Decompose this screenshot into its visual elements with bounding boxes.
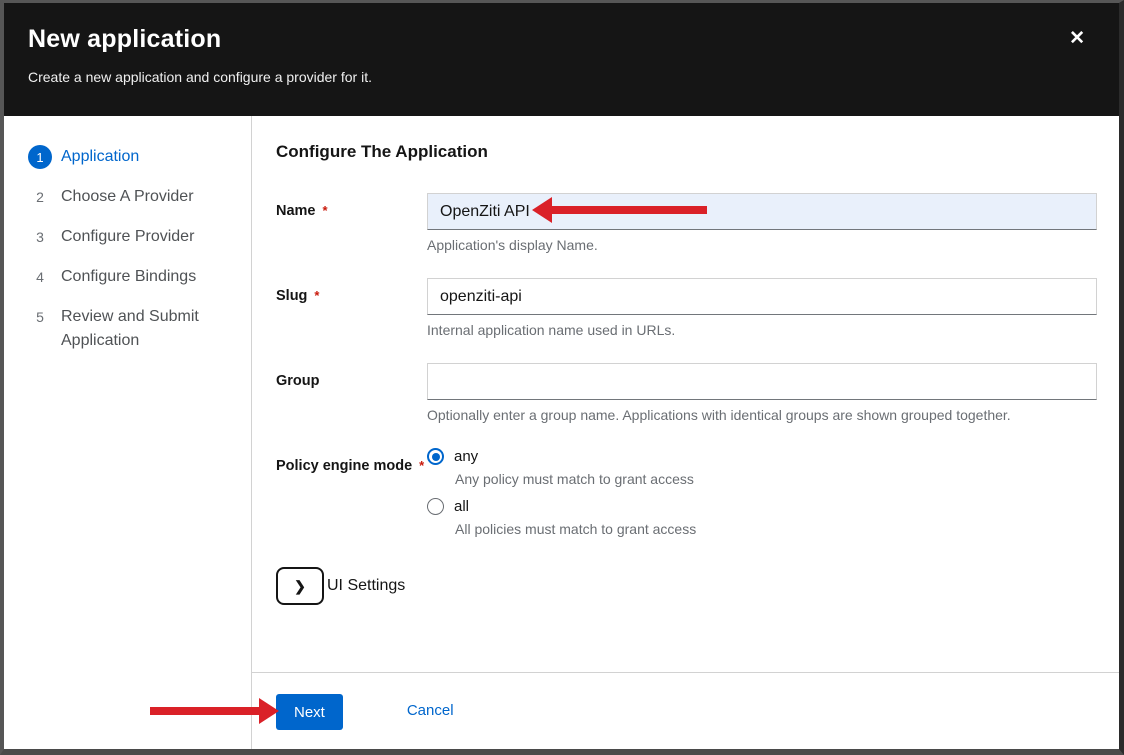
step-label: Choose A Provider — [61, 185, 194, 209]
step-number: 4 — [28, 265, 52, 289]
name-label-text: Name — [276, 203, 316, 219]
policy-label-text: Policy engine mode — [276, 458, 412, 474]
policy-engine-mode-label: Policy engine mode * — [276, 448, 427, 537]
step-label: Review and Submit Application — [61, 305, 241, 353]
cancel-link[interactable]: Cancel — [407, 694, 454, 719]
step-label: Configure Provider — [61, 225, 194, 249]
ui-settings-label: UI Settings — [327, 577, 405, 595]
name-helper-text: Application's display Name. — [427, 237, 1097, 253]
next-button[interactable]: Next — [276, 694, 343, 730]
ui-settings-section: ❯ UI Settings — [276, 567, 1097, 605]
name-label: Name * — [276, 193, 427, 253]
wizard-steps-nav: 1 Application 2 Choose A Provider 3 Conf… — [4, 116, 252, 749]
policy-all-helper: All policies must match to grant access — [455, 521, 1097, 537]
group-input[interactable] — [427, 363, 1097, 400]
slug-field-group: Slug * Internal application name used in … — [276, 278, 1097, 338]
slug-label: Slug * — [276, 278, 427, 338]
new-application-modal: New application Create a new application… — [0, 0, 1124, 755]
wizard-step-review-submit[interactable]: 5 Review and Submit Application — [28, 305, 241, 353]
wizard-step-configure-provider[interactable]: 3 Configure Provider — [28, 225, 241, 249]
step-number: 3 — [28, 225, 52, 249]
policy-radio-group: any Any policy must match to grant acces… — [427, 448, 1097, 537]
policy-any-label: any — [454, 448, 478, 465]
wizard-step-configure-bindings[interactable]: 4 Configure Bindings — [28, 265, 241, 289]
policy-radio-all[interactable]: all — [427, 498, 1097, 515]
name-field-group: Name * Application's display Name. — [276, 193, 1097, 253]
wizard-step-choose-provider[interactable]: 2 Choose A Provider — [28, 185, 241, 209]
step-heading: Configure The Application — [276, 142, 1097, 162]
policy-engine-mode-group: Policy engine mode * any Any policy must … — [276, 448, 1097, 537]
chevron-right-icon: ❯ — [294, 578, 306, 595]
radio-unselected-icon[interactable] — [427, 498, 444, 515]
step-number: 5 — [28, 305, 52, 329]
required-asterisk: * — [314, 288, 319, 303]
name-input[interactable] — [427, 193, 1097, 230]
modal-header: New application Create a new application… — [4, 3, 1119, 116]
step-label: Configure Bindings — [61, 265, 196, 289]
required-asterisk: * — [323, 203, 328, 218]
policy-radio-any[interactable]: any — [427, 448, 1097, 465]
wizard-footer: Next Cancel — [252, 672, 1119, 749]
wizard-main-panel: Configure The Application Name * Applicat… — [252, 116, 1119, 749]
step-number-badge: 1 — [28, 145, 52, 169]
group-label-text: Group — [276, 373, 320, 389]
slug-input[interactable] — [427, 278, 1097, 315]
wizard-step-content: Configure The Application Name * Applicat… — [252, 116, 1119, 672]
required-asterisk: * — [419, 458, 424, 473]
modal-title: New application — [28, 25, 1095, 54]
wizard-step-application[interactable]: 1 Application — [28, 145, 241, 169]
group-control: Optionally enter a group name. Applicati… — [427, 363, 1097, 423]
slug-helper-text: Internal application name used in URLs. — [427, 322, 1097, 338]
close-icon[interactable]: ✕ — [1069, 29, 1085, 48]
modal-body: 1 Application 2 Choose A Provider 3 Conf… — [4, 116, 1119, 749]
group-helper-text: Optionally enter a group name. Applicati… — [427, 407, 1097, 423]
step-number: 2 — [28, 185, 52, 209]
ui-settings-toggle-button[interactable]: ❯ — [276, 567, 324, 605]
step-label: Application — [61, 145, 139, 169]
name-control: Application's display Name. — [427, 193, 1097, 253]
modal-subtitle: Create a new application and configure a… — [28, 69, 1095, 85]
policy-any-helper: Any policy must match to grant access — [455, 471, 1097, 487]
slug-control: Internal application name used in URLs. — [427, 278, 1097, 338]
policy-all-label: all — [454, 498, 469, 515]
group-label: Group — [276, 363, 427, 423]
group-field-group: Group Optionally enter a group name. App… — [276, 363, 1097, 423]
radio-selected-icon[interactable] — [427, 448, 444, 465]
slug-label-text: Slug — [276, 288, 307, 304]
